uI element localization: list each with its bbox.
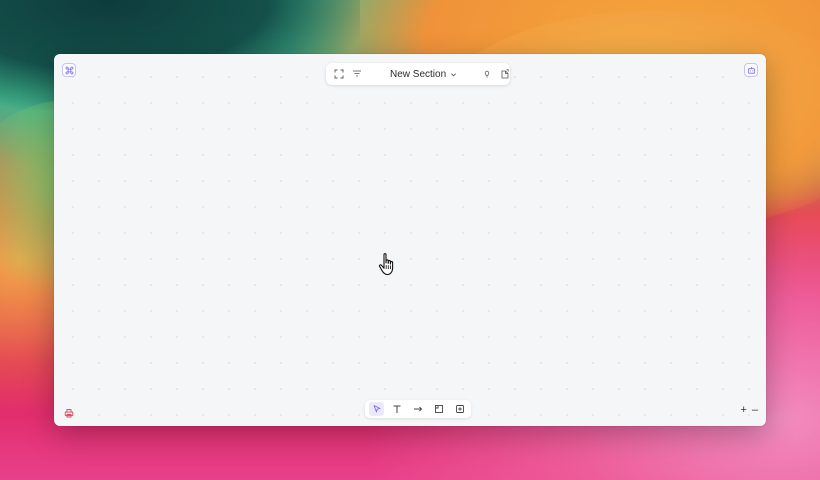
add-tool-button[interactable]	[452, 402, 467, 416]
app-window: New Section + –	[54, 54, 766, 426]
zoom-controls: + –	[740, 405, 758, 416]
assistant-button[interactable]	[744, 63, 758, 77]
top-toolbar: New Section	[326, 63, 510, 85]
add-tool-icon	[455, 405, 464, 413]
print-button[interactable]	[64, 405, 74, 418]
arrow-tool-button[interactable]	[411, 402, 426, 416]
whiteboard-canvas[interactable]	[54, 54, 766, 426]
hand-pointer-icon	[378, 253, 394, 276]
fullscreen-button[interactable]	[334, 68, 344, 80]
robot-icon	[747, 66, 755, 74]
section-title-dropdown[interactable]: New Section	[390, 69, 458, 80]
arrow-tool-icon	[414, 406, 423, 412]
ideas-button[interactable]	[482, 68, 492, 80]
bottom-toolbar	[365, 400, 471, 418]
pointer-tool-button[interactable]	[369, 402, 384, 416]
zoom-in-button[interactable]: +	[740, 405, 746, 416]
filter-button[interactable]	[352, 68, 362, 80]
command-icon	[65, 66, 73, 74]
filter-icon	[353, 70, 361, 77]
export-icon	[501, 69, 509, 79]
zoom-out-button[interactable]: –	[752, 405, 758, 416]
fullscreen-icon	[334, 69, 344, 79]
text-tool-icon	[393, 405, 401, 413]
chevron-down-icon	[450, 70, 458, 78]
text-tool-button[interactable]	[390, 402, 405, 416]
section-title: New Section	[390, 68, 447, 80]
pointer-tool-icon	[373, 405, 380, 413]
lightbulb-icon	[484, 70, 490, 78]
printer-icon	[64, 409, 74, 418]
command-button[interactable]	[62, 63, 76, 77]
frame-tool-button[interactable]	[431, 402, 446, 416]
export-button[interactable]	[500, 68, 510, 80]
frame-tool-icon	[434, 405, 443, 413]
